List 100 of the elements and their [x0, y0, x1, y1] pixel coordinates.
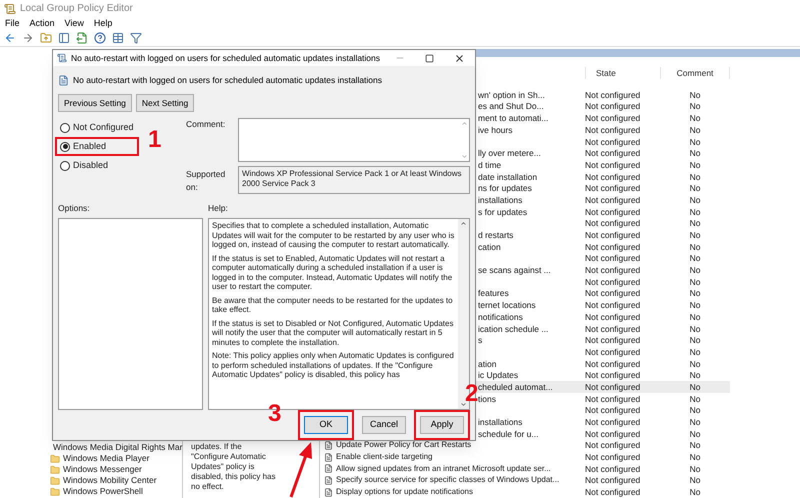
- comment-cell-text: No: [688, 300, 702, 310]
- setting-name: tions: [478, 394, 496, 404]
- column-header[interactable]: Comment: [660, 66, 730, 80]
- comment-cell-text: No: [688, 487, 702, 498]
- app-icon: [4, 2, 16, 15]
- folder-icon: [50, 454, 60, 464]
- filter-icon[interactable]: [130, 32, 142, 44]
- radio-option[interactable]: Enabled: [55, 137, 139, 156]
- state-cell-text: Not configured: [585, 206, 642, 217]
- setting-name: d time: [478, 160, 502, 170]
- table-icon[interactable]: [112, 32, 124, 44]
- state-cell-text: Not configured: [585, 428, 642, 439]
- setting-name: ternet locations: [478, 300, 536, 310]
- state-cell-text: Not configured: [585, 276, 642, 287]
- nav-button[interactable]: Next Setting: [136, 94, 194, 112]
- comment-cell-text: No: [688, 417, 702, 428]
- list-row[interactable]: Specify source service for specific classes of Windows Updat... Not configured No: [320, 474, 730, 486]
- policy-icon: [58, 74, 69, 86]
- setting-name: ns for updates: [478, 183, 532, 194]
- supported-box: Windows XP Professional Service Pack 1 or At least Windows 2000 Service Pack 3: [238, 166, 470, 194]
- state-cell-text: Not configured: [585, 382, 642, 392]
- policy-icon: [324, 488, 333, 497]
- tree-item[interactable]: Windows Media Player: [63, 452, 150, 465]
- dialog-button[interactable]: OK: [304, 416, 348, 434]
- policy-heading: No auto-restart with logged on users for scheduled automatic updates installations: [73, 74, 382, 86]
- state-cell-text: Not configured: [585, 90, 642, 100]
- dialog-button[interactable]: Cancel: [362, 416, 406, 434]
- menu-item[interactable]: Action: [30, 18, 55, 30]
- radio-option[interactable]: Not Configured: [55, 118, 139, 137]
- setting-name: Specify source service for specific classes of Windows Updat...: [336, 475, 560, 486]
- setting-name: notifications: [478, 312, 523, 322]
- tree-item[interactable]: Windows Media Digital Rights Mar: [53, 441, 182, 454]
- setting-name: installations: [478, 417, 522, 428]
- state-cell-text: Not configured: [585, 452, 642, 462]
- state-cell-text: Not configured: [585, 324, 642, 334]
- state-cell-text: Not configured: [585, 405, 642, 416]
- panel-icon[interactable]: [58, 32, 70, 44]
- comment-label: Comment:: [186, 118, 226, 131]
- nav-button[interactable]: Previous Setting: [58, 94, 132, 112]
- comment-cell-text: No: [688, 113, 702, 124]
- state-cell-text: Not configured: [585, 194, 642, 205]
- tree-item[interactable]: Windows Messenger: [63, 463, 142, 476]
- menu-item[interactable]: View: [64, 18, 84, 30]
- close-icon[interactable]: [454, 52, 465, 64]
- setting-name: schedule for u...: [478, 428, 538, 439]
- comment-cell-text: No: [688, 160, 702, 170]
- setting-name: Allow signed updates from an intranet Microsoft update ser...: [336, 464, 551, 474]
- help-paragraph: Specifies that to complete a scheduled installation, Automatic Updates will wait for the computer to be restarted by any user who is logged on, instead of causing the computer to restart automatically.: [212, 221, 455, 250]
- list-row[interactable]: Enable client-side targeting Not configured No: [320, 451, 730, 463]
- state-cell-text: Not configured: [585, 346, 642, 357]
- state-cell-text: Not configured: [585, 124, 642, 135]
- folder-up-icon[interactable]: [40, 32, 52, 44]
- state-cell-text: Not configured: [585, 312, 642, 322]
- state-cell-text: Not configured: [585, 136, 642, 147]
- radio-option[interactable]: Disabled: [55, 156, 139, 175]
- tree-item[interactable]: Windows Mobility Center: [63, 474, 157, 487]
- comment-cell-text: No: [688, 230, 702, 240]
- dialog-icon: [57, 53, 67, 63]
- state-cell-text: Not configured: [585, 358, 642, 369]
- setting-name: d restarts: [478, 230, 514, 240]
- list-row[interactable]: Update Power Policy for Cart Restarts Not configured No: [320, 440, 730, 452]
- setting-name: wn' option in Sh...: [478, 90, 545, 100]
- dialog-button[interactable]: Apply: [420, 416, 464, 434]
- scroll-up-icon[interactable]: [460, 220, 467, 227]
- comment-cell-text: No: [688, 101, 702, 112]
- policy-icon: [324, 476, 333, 485]
- state-cell-text: Not configured: [585, 230, 642, 240]
- comment-cell-text: No: [688, 312, 702, 322]
- state-cell-text: Not configured: [585, 394, 642, 404]
- maximize-icon[interactable]: [425, 54, 434, 62]
- state-cell-text: Not configured: [585, 417, 642, 428]
- setting-name: ication schedule ...: [478, 324, 548, 334]
- comment-cell-text: No: [688, 218, 702, 228]
- dialog-title: No auto-restart with logged on users for scheduled automatic updates installations: [71, 52, 380, 64]
- list-row[interactable]: Display options for update notifications Not configured No: [320, 486, 730, 498]
- state-cell-text: Not configured: [585, 335, 642, 346]
- menu-item[interactable]: File: [5, 18, 20, 30]
- state-cell-text: Not configured: [585, 218, 642, 228]
- setting-name: lly over metere...: [478, 148, 541, 158]
- window-title: Local Group Policy Editor: [20, 2, 133, 16]
- help-paragraph: If the status is set to Enabled, Automatic Updates will not restart a computer automatically during a scheduled installation if a user is logged in to the computer. Instead, Automatic Updates will notify the user to restart the computer.: [212, 254, 454, 292]
- forward-icon[interactable]: [22, 32, 34, 44]
- state-cell-text: Not configured: [585, 172, 642, 182]
- step-number: 1: [148, 128, 162, 152]
- help-icon[interactable]: [94, 32, 106, 44]
- state-cell-text: Not configured: [585, 113, 642, 124]
- comment-cell-text: No: [688, 346, 702, 357]
- back-icon[interactable]: [4, 32, 16, 44]
- setting-name: s: [478, 335, 482, 346]
- column-header[interactable]: State: [585, 66, 660, 80]
- setting-name: ation: [478, 358, 496, 369]
- list-row[interactable]: Allow signed updates from an intranet Microsoft update ser... Not configured No: [320, 462, 730, 475]
- comment-cell-text: No: [688, 136, 702, 147]
- options-label: Options:: [58, 202, 91, 214]
- menu-item[interactable]: Help: [94, 18, 112, 30]
- export-icon[interactable]: [76, 32, 88, 44]
- state-cell-text: Not configured: [585, 288, 642, 298]
- tree-item[interactable]: Windows PowerShell: [63, 485, 143, 498]
- scroll-down-icon[interactable]: [460, 401, 467, 408]
- help-paragraph: Be aware that the computer needs to be restarted for the updates to take effect.: [212, 296, 454, 314]
